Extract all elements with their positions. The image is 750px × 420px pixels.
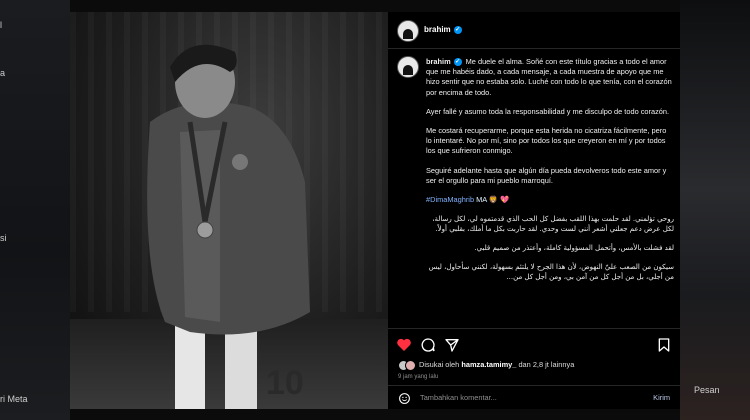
verified-badge-icon: ✓ (453, 26, 462, 34)
caption-avatar[interactable] (397, 56, 419, 78)
caption-arabic-paragraph: سيكون من الصعب عليّ النهوض، لأن هذا الجر… (428, 263, 674, 282)
emoji-icon[interactable] (398, 392, 411, 405)
comment-bar: Tambahkan komentar... Kirim (388, 385, 680, 410)
heart-icon[interactable] (396, 337, 412, 353)
likes-others[interactable]: dan 2,8 jt lainnya (518, 360, 574, 369)
caption-username-text[interactable]: brahim (426, 57, 451, 66)
player-figure (147, 44, 310, 409)
caption-username[interactable]: brahim ✓ (426, 57, 462, 66)
jersey-number: 10 (266, 364, 304, 402)
caption-paragraph: Seguiré adelante hasta que algún día pue… (426, 165, 667, 185)
verified-badge-icon: ✓ (453, 58, 462, 66)
author-username[interactable]: brahim ✓ (424, 25, 462, 34)
post-actions (388, 328, 680, 359)
comment-input[interactable]: Tambahkan komentar... (420, 393, 497, 402)
edge-text: si (0, 233, 7, 243)
caption-paragraph: Me costará recuperarme, porque esta heri… (426, 126, 667, 156)
caption-arabic-paragraph: لقد فشلت بالأمس، وأتحمل المسؤولية كاملة،… (474, 244, 674, 253)
post-photo[interactable]: 10 (70, 12, 388, 409)
caption-arabic-paragraph: روحي تؤلمني. لقد حلمت بهذا اللقب بفضل كل… (432, 215, 674, 234)
edge-text: a (0, 68, 6, 78)
background-right: Pesan (680, 0, 750, 420)
likes-summary[interactable]: Disukai oleh hamza.tamimy_ dan 2,8 jt la… (398, 360, 574, 371)
author-username-text[interactable]: brahim (424, 25, 451, 34)
hashtag-line: #DimaMaghrib MA 🦁 💖 (426, 195, 674, 205)
liker-avatars (398, 360, 416, 371)
background-left: l a si ri Meta (0, 0, 70, 420)
caption-paragraph: Ayer fallé y asumo toda la responsabilid… (426, 106, 670, 116)
share-icon[interactable] (444, 337, 460, 353)
caption-paragraph: Me duele el alma. Soñé con este título g… (426, 57, 672, 97)
comment-icon[interactable] (420, 337, 436, 353)
post-header: brahim ✓ (388, 12, 680, 49)
post-panel: brahim ✓ brahim ✓ Me duele el alma. Soñé co… (388, 12, 680, 409)
bookmark-icon[interactable] (656, 337, 672, 353)
edge-text: l (0, 20, 2, 30)
liker-username[interactable]: hamza.tamimy_ (461, 360, 516, 369)
edge-text: ri Meta (0, 394, 28, 404)
author-avatar[interactable] (397, 20, 419, 42)
messages-label[interactable]: Pesan (694, 385, 720, 395)
hashtag-emoji: MA 🦁 💖 (476, 195, 510, 205)
post-caption: brahim ✓ Me duele el alma. Soñé con este t… (426, 57, 674, 326)
post-time[interactable]: 9 jam yang lalu (398, 374, 438, 380)
likes-prefix: Disukai oleh (419, 360, 460, 369)
hashtag-link[interactable]: #DimaMaghrib (426, 195, 474, 204)
send-comment-button[interactable]: Kirim (653, 393, 670, 402)
